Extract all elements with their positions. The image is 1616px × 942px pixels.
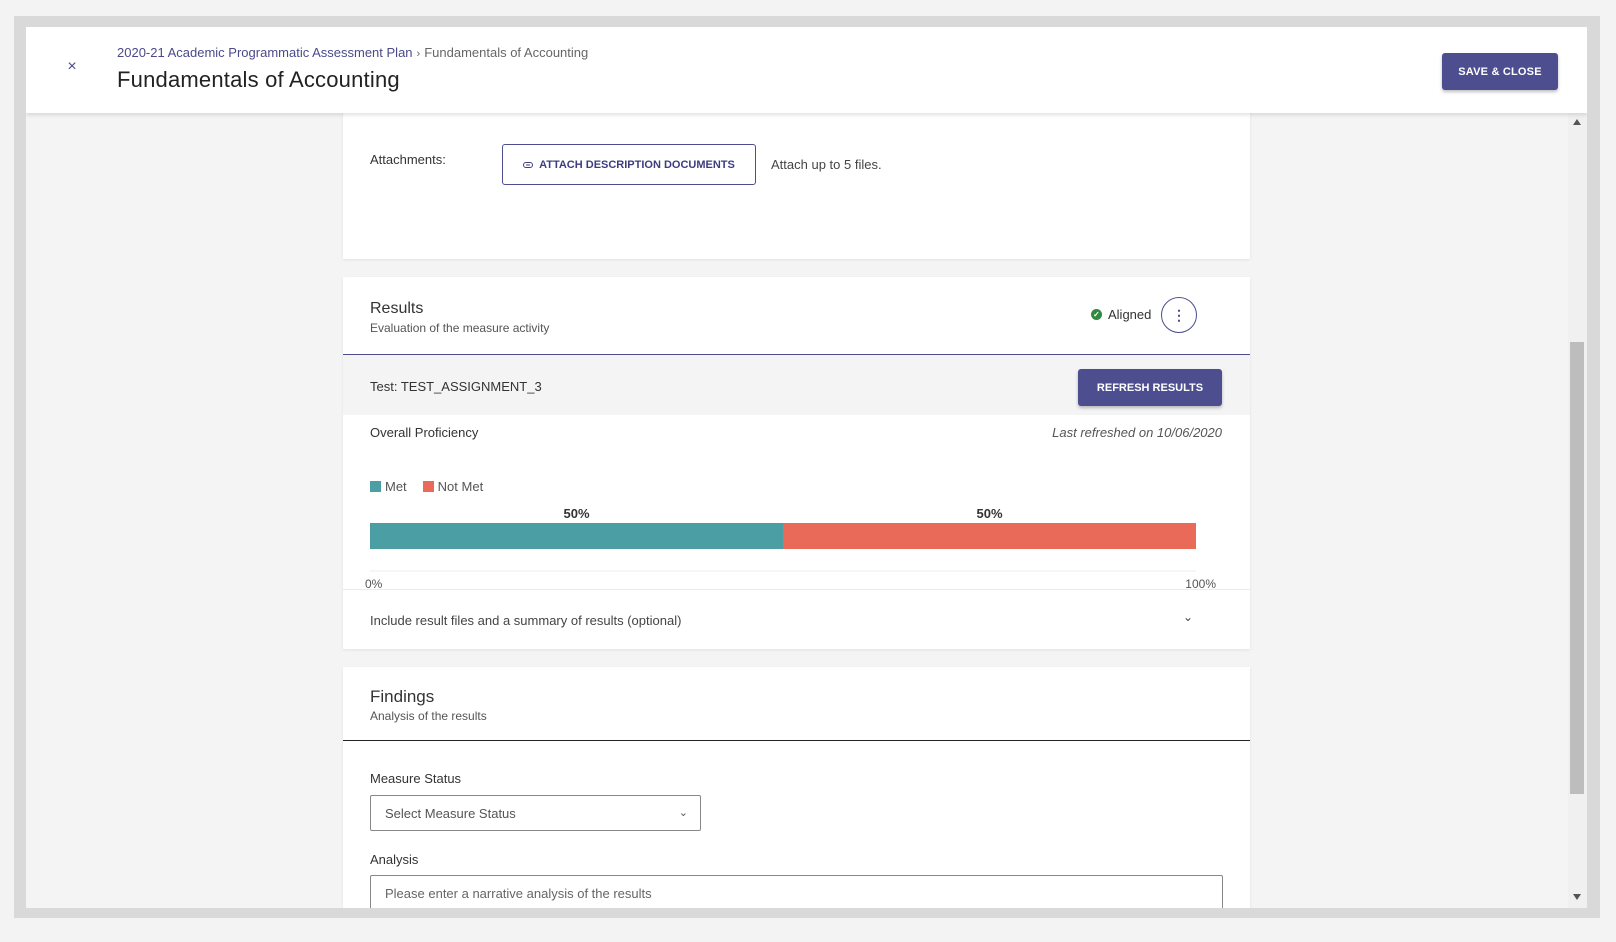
attach-button-label: ATTACH DESCRIPTION DOCUMENTS [539, 158, 735, 171]
scrollbar-thumb[interactable] [1570, 342, 1584, 794]
legend-item-not-met: Not Met [422, 479, 484, 494]
test-row: Test: TEST_ASSIGNMENT_3 REFRESH RESULTS [343, 355, 1250, 415]
test-label: Test: TEST_ASSIGNMENT_3 [370, 379, 542, 394]
page-title: Fundamentals of Accounting [117, 67, 400, 92]
findings-subtitle: Analysis of the results [370, 709, 487, 723]
aligned-label: Aligned [1108, 307, 1152, 322]
legend-swatch-not-met [422, 481, 434, 492]
breadcrumb-current: Fundamentals of Accounting [424, 45, 589, 60]
x-tick-label-start: 0% [365, 577, 383, 589]
attach-hint: Attach up to 5 files. [771, 157, 882, 172]
attachments-label: Attachments: [370, 152, 446, 167]
measure-status-placeholder: Select Measure Status [385, 806, 516, 821]
chevron-right-icon: › [416, 48, 421, 60]
more-options-icon[interactable]: ⋮ [1161, 297, 1197, 333]
last-refreshed-text: Last refreshed on 10/06/2020 [1052, 425, 1222, 440]
measure-status-label: Measure Status [370, 771, 462, 786]
scroll-up-arrow-icon[interactable] [1573, 119, 1581, 125]
modal-header: × 2020-21 Academic Programmatic Assessme… [26, 27, 1587, 113]
description-card: Attachments: ATTACH DESCRIPTION DOCUMENT… [343, 103, 1250, 259]
chevron-down-icon: ⌄ [678, 807, 688, 819]
findings-divider [343, 740, 1250, 741]
include-results-expander[interactable]: Include result files and a summary of re… [343, 589, 1250, 649]
scrollbar[interactable] [1568, 113, 1587, 908]
findings-card: Findings Analysis of the results Measure… [343, 667, 1250, 908]
legend-label-not-met: Not Met [437, 479, 484, 494]
close-icon[interactable]: × [62, 57, 82, 77]
aligned-status: ✓ Aligned [1091, 307, 1151, 322]
chart-legend: Met Not Met [370, 479, 483, 494]
breadcrumb: 2020-21 Academic Programmatic Assessment… [117, 45, 588, 60]
legend-item-met: Met [370, 479, 407, 494]
refresh-results-button[interactable]: REFRESH RESULTS [1078, 369, 1222, 406]
check-circle-icon: ✓ [1091, 309, 1102, 320]
measure-status-select[interactable]: Select Measure Status ⌄ [370, 795, 701, 831]
x-tick-label-end: 100% [1185, 577, 1216, 589]
bar-met [370, 523, 783, 549]
proficiency-chart: 50% 50% 0% 100% [365, 506, 1216, 589]
findings-title: Findings [370, 687, 435, 706]
results-subtitle: Evaluation of the measure activity [370, 321, 550, 335]
results-title: Results [370, 300, 424, 317]
overall-proficiency-label: Overall Proficiency [370, 425, 479, 440]
include-results-label: Include result files and a summary of re… [370, 613, 682, 628]
analysis-textarea[interactable]: Please enter a narrative analysis of the… [370, 875, 1223, 908]
bar-not-met [783, 523, 1196, 549]
chevron-down-icon[interactable]: ⌄ [1183, 610, 1193, 624]
analysis-placeholder: Please enter a narrative analysis of the… [385, 886, 652, 901]
analysis-label: Analysis [370, 852, 419, 867]
modal-dialog: × 2020-21 Academic Programmatic Assessme… [26, 27, 1587, 908]
scroll-down-arrow-icon[interactable] [1573, 894, 1581, 900]
legend-label-met: Met [385, 479, 407, 494]
data-label-met: 50% [563, 506, 589, 521]
breadcrumb-parent-link[interactable]: 2020-21 Academic Programmatic Assessment… [117, 45, 413, 60]
attach-description-documents-button[interactable]: ATTACH DESCRIPTION DOCUMENTS [502, 144, 756, 185]
save-close-button[interactable]: SAVE & CLOSE [1442, 53, 1558, 90]
results-card: Results Evaluation of the measure activi… [343, 277, 1250, 649]
paperclip-icon [523, 161, 534, 168]
data-label-not-met: 50% [976, 506, 1002, 521]
legend-swatch-met [370, 481, 381, 492]
